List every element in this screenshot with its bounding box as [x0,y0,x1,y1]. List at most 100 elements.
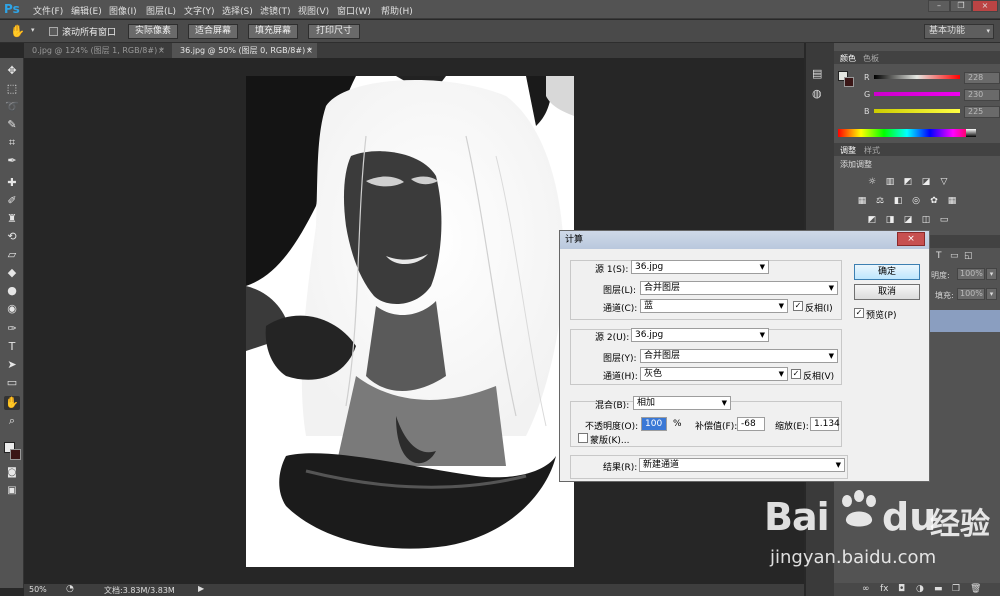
g-input[interactable]: 230 [964,89,1000,101]
menu-image[interactable]: 图像(I) [109,4,137,17]
menu-view[interactable]: 视图(V) [298,4,329,17]
preview-checkbox[interactable]: ✓ [854,308,864,318]
smart-filter-icon[interactable]: ◱ [964,251,973,261]
threshold-icon[interactable]: ◪ [902,215,914,225]
quick-select-tool-icon[interactable]: ✎ [4,118,20,132]
photo-filter-icon[interactable]: ◎ [910,196,922,206]
source2-layer-select[interactable]: 合并图层 ▼ [640,349,838,363]
actual-pixels-button[interactable]: 实际像素 [128,24,178,39]
fit-screen-button[interactable]: 适合屏幕 [188,24,238,39]
exposure-icon[interactable]: ◪ [920,177,932,187]
source1-invert-checkbox[interactable]: ✓ [793,301,803,311]
black-white-icon[interactable]: ◧ [892,196,904,206]
adjustment-layer-icon[interactable]: ◑ [916,584,924,594]
mask-checkbox[interactable] [578,433,588,443]
brightness-icon[interactable]: ☼ [866,177,878,187]
type-tool-icon[interactable]: T [4,340,20,354]
type-filter-icon[interactable]: T [936,251,942,261]
restore-icon[interactable]: ❐ [950,0,972,12]
properties-panel-icon[interactable]: ◍ [812,87,822,100]
menu-file[interactable]: 文件(F) [33,4,63,17]
move-tool-icon[interactable]: ✥ [4,64,20,78]
lasso-tool-icon[interactable]: ➰ [4,100,20,114]
minimize-icon[interactable]: – [928,0,950,12]
opacity-chevron-icon[interactable]: ▾ [986,268,997,280]
bw-ramp[interactable] [966,129,976,137]
print-size-button[interactable]: 打印尺寸 [308,24,360,39]
history-panel-icon[interactable]: ▤ [812,67,822,80]
source2-select[interactable]: 36.jpg ▼ [631,328,769,342]
tool-preset-chevron-icon[interactable]: ▾ [31,26,35,34]
tab-color[interactable]: 颜色 [840,53,856,64]
source1-layer-select[interactable]: 合并图层 ▼ [640,281,838,295]
hand-tool-icon[interactable]: ✋ [4,396,20,410]
r-slider[interactable] [874,75,960,79]
blend-mode-select[interactable]: 相加 ▼ [633,396,731,410]
history-brush-tool-icon[interactable]: ⟲ [4,230,20,244]
add-mask-icon[interactable]: ◘ [898,584,905,594]
color-lookup-icon[interactable]: ▦ [946,196,958,206]
menu-filter[interactable]: 滤镜(T) [260,4,291,17]
tab-close-icon[interactable]: × [158,43,165,58]
zoom-level[interactable]: 50% [29,585,47,594]
b-slider[interactable] [874,109,960,113]
menu-edit[interactable]: 编辑(E) [71,4,102,17]
healing-brush-tool-icon[interactable]: ✚ [4,176,20,190]
b-input[interactable]: 225 [964,106,1000,118]
status-menu-icon[interactable]: ▶ [198,584,204,593]
source2-channel-select[interactable]: 灰色 ▼ [640,367,788,381]
scale-input[interactable]: 1.134 [810,417,840,431]
result-select[interactable]: 新建通道 ▼ [639,458,845,472]
brush-tool-icon[interactable]: ✐ [4,194,20,208]
blur-tool-icon[interactable]: ● [4,284,20,298]
shape-filter-icon[interactable]: ▭ [950,251,959,261]
tab-doc-0[interactable]: 0.jpg @ 124% (图层 1, RGB/8#) * × [24,43,170,58]
menu-help[interactable]: 帮助(H) [381,4,413,17]
source2-invert-checkbox[interactable]: ✓ [791,369,801,379]
color-balance-icon[interactable]: ⚖ [874,196,886,206]
menu-type[interactable]: 文字(Y) [184,4,215,17]
eyedropper-tool-icon[interactable]: ✒ [4,154,20,168]
trash-icon[interactable]: 🗑 [970,584,981,594]
fill-input[interactable]: 100% [957,288,985,300]
eraser-tool-icon[interactable]: ▱ [4,248,20,262]
close-window-icon[interactable]: × [972,0,998,12]
bg-color-chip[interactable] [844,77,854,87]
dialog-titlebar[interactable]: 计算 [560,231,929,249]
color-spectrum[interactable] [838,129,976,137]
r-input[interactable]: 228 [964,72,1000,84]
curves-icon[interactable]: ◩ [902,177,914,187]
opacity-input[interactable]: 100% [957,268,985,280]
marquee-tool-icon[interactable]: ⬚ [4,82,20,96]
invert-icon[interactable]: ◩ [866,215,878,225]
selective-color-icon[interactable]: ◫ [920,215,932,225]
menu-layer[interactable]: 图层(L) [146,4,176,17]
new-group-icon[interactable]: ▬ [934,584,943,594]
mask-label[interactable]: 蒙版(K)... [590,433,630,446]
ok-button[interactable]: 确定 [854,264,920,280]
document-image[interactable] [246,76,574,567]
clone-stamp-tool-icon[interactable]: ♜ [4,212,20,226]
cancel-button[interactable]: 取消 [854,284,920,300]
blend-opacity-input[interactable]: 100 [641,417,667,431]
levels-icon[interactable]: ▥ [884,177,896,187]
tab-adjustments[interactable]: 调整 [840,145,856,156]
quick-mask-icon[interactable]: ◙ [4,466,20,480]
tab-styles[interactable]: 样式 [864,145,880,156]
zoom-tool-icon[interactable]: ⌕ [4,414,20,428]
channel-mixer-icon[interactable]: ✿ [928,196,940,206]
fx-icon[interactable]: fx [880,584,889,594]
offset-input[interactable]: -68 [737,417,765,431]
hand-tool-icon[interactable]: ✋ [10,24,25,38]
dialog-close-button[interactable]: × [897,232,925,246]
gradient-map-icon[interactable]: ▭ [938,215,950,225]
hue-saturation-icon[interactable]: ▦ [856,196,868,206]
link-layers-icon[interactable]: ∞ [862,584,870,594]
menu-select[interactable]: 选择(S) [222,4,253,17]
selected-layer-row[interactable] [930,310,1000,332]
path-select-tool-icon[interactable]: ➤ [4,358,20,372]
paint-bucket-tool-icon[interactable]: ◆ [4,266,20,280]
rectangle-tool-icon[interactable]: ▭ [4,376,20,390]
tab-swatches[interactable]: 色板 [863,53,879,64]
scroll-all-checkbox[interactable] [49,27,58,36]
